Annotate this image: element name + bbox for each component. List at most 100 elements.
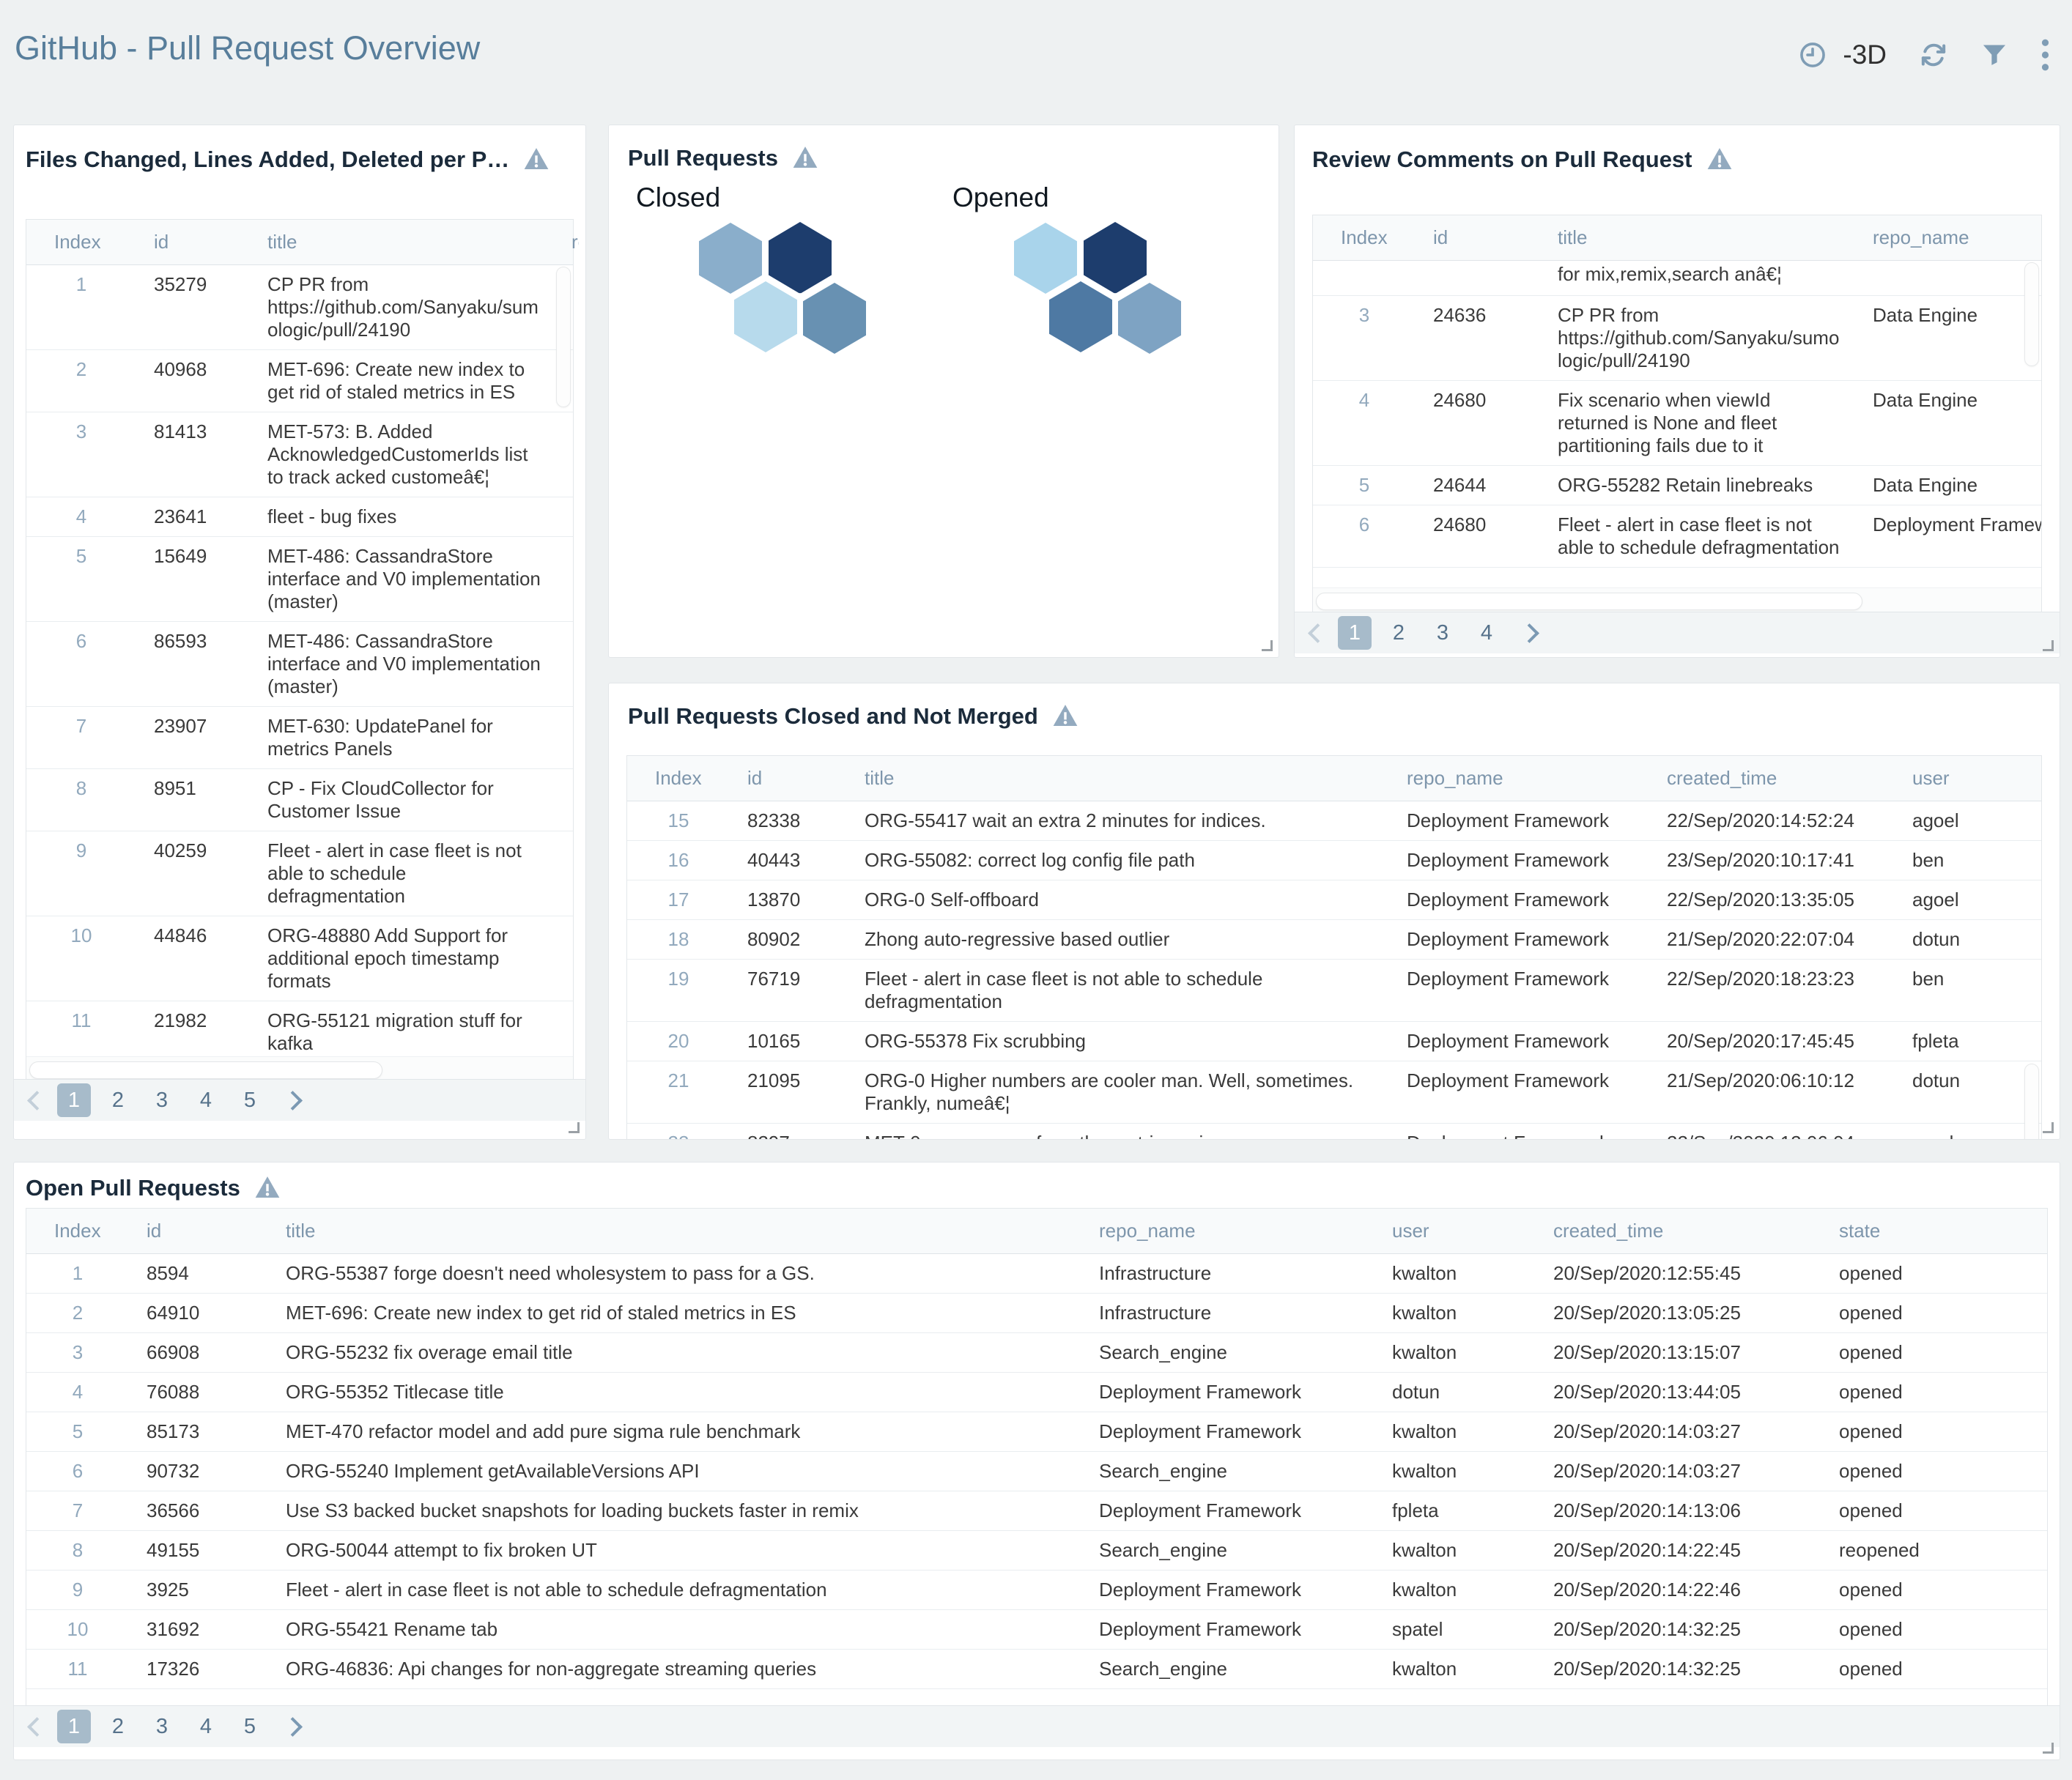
cell-state: opened xyxy=(1821,1571,2047,1609)
column-header-title: title xyxy=(250,220,554,264)
table-row[interactable]: 7 36566 Use S3 backed bucket snapshots f… xyxy=(26,1491,2047,1531)
table-row[interactable]: 11 21982 ORG-55121 migration stuff for k… xyxy=(26,1001,573,1056)
table-row[interactable]: 3 66908 ORG-55232 fix overage email titl… xyxy=(26,1333,2047,1373)
table-row[interactable]: 1 8594 ORG-55387 forge doesn't need whol… xyxy=(26,1254,2047,1294)
cell-repo-name: Search_engine xyxy=(1081,1333,1374,1372)
table-row[interactable]: 6 86593 MET-486: CassandraStore interfac… xyxy=(26,622,573,707)
table-row[interactable]: 5 24644 ORG-55282 Retain linebreaks Data… xyxy=(1313,466,2041,505)
page-button[interactable]: 5 xyxy=(233,1710,267,1743)
page-button[interactable]: 1 xyxy=(57,1083,91,1117)
warning-icon[interactable] xyxy=(524,147,549,174)
vertical-scrollbar[interactable] xyxy=(2024,262,2039,366)
filter-icon[interactable] xyxy=(1980,41,2008,69)
page-button[interactable]: 2 xyxy=(101,1083,135,1117)
hex-tile[interactable] xyxy=(699,223,762,294)
table-row[interactable]: 10 44846 ORG-48880 Add Support for addit… xyxy=(26,916,573,1001)
hex-tile[interactable] xyxy=(1084,222,1147,294)
page-button[interactable]: 3 xyxy=(1426,616,1459,650)
table-row[interactable]: 2 64910 MET-696: Create new index to get… xyxy=(26,1294,2047,1333)
dashboard: GitHub - Pull Request Overview -3D Files… xyxy=(0,0,2072,1780)
kebab-menu-icon[interactable] xyxy=(2040,38,2050,72)
panel-resize-handle[interactable] xyxy=(2043,1122,2054,1133)
page-button[interactable]: 4 xyxy=(189,1710,223,1743)
panel-open-pull-requests: Open Pull Requests Index id title repo_n… xyxy=(13,1162,2060,1760)
panel-resize-handle[interactable] xyxy=(2043,640,2054,651)
table-row[interactable]: 4 76088 ORG-55352 Titlecase title Deploy… xyxy=(26,1373,2047,1412)
table-row[interactable]: 16 40443 ORG-55082: correct log config f… xyxy=(627,841,2041,880)
table-row[interactable]: 2 40968 MET-696: Create new index to get… xyxy=(26,350,573,412)
warning-icon[interactable] xyxy=(1053,704,1078,730)
horizontal-scrollbar[interactable] xyxy=(1316,593,1862,610)
cell-title: CP PR from https://github.com/Sanyaku/su… xyxy=(1540,296,1855,380)
table-row[interactable]: 19 76719 Fleet - alert in case fleet is … xyxy=(627,960,2041,1022)
table-row[interactable]: 21 21095 ORG-0 Higher numbers are cooler… xyxy=(627,1061,2041,1124)
cell-index: 7 xyxy=(26,707,136,768)
cell-id: 23907 xyxy=(136,707,250,768)
table-row[interactable]: 6 90732 ORG-55240 Implement getAvailable… xyxy=(26,1452,2047,1491)
table-row[interactable]: 5 85173 MET-470 refactor model and add p… xyxy=(26,1412,2047,1452)
table-row[interactable]: 17 13870 ORG-0 Self-offboard Deployment … xyxy=(627,880,2041,920)
cell-state: opened xyxy=(1821,1452,2047,1491)
prev-page-button[interactable] xyxy=(27,1091,47,1110)
prev-page-button[interactable] xyxy=(1308,623,1328,643)
table-row[interactable]: 5 15649 MET-486: CassandraStore interfac… xyxy=(26,537,573,622)
table-row[interactable]: 11 17326 ORG-46836: Api changes for non-… xyxy=(26,1650,2047,1689)
table-row[interactable]: 18 80902 Zhong auto-regressive based out… xyxy=(627,920,2041,960)
page-button[interactable]: 4 xyxy=(1470,616,1503,650)
horizontal-scrollbar[interactable] xyxy=(29,1061,382,1079)
hex-tile[interactable] xyxy=(1014,223,1077,294)
table-row[interactable]: 20 10165 ORG-55378 Fix scrubbing Deploym… xyxy=(627,1022,2041,1061)
warning-icon[interactable] xyxy=(255,1176,280,1202)
page-button[interactable]: 1 xyxy=(57,1710,91,1743)
table-row[interactable]: 4 24680 Fix scenario when viewId returne… xyxy=(1313,381,2041,466)
prev-page-button[interactable] xyxy=(27,1717,47,1737)
next-page-button[interactable] xyxy=(283,1717,303,1737)
hex-tile[interactable] xyxy=(769,222,832,294)
refresh-icon[interactable] xyxy=(1919,40,1948,70)
hex-tile[interactable] xyxy=(1118,283,1181,354)
panel-resize-handle[interactable] xyxy=(569,1122,580,1133)
table-row-partial[interactable]: for mix,remix,search anâ€¦ xyxy=(1313,261,2041,296)
table-row[interactable]: 8 49155 ORG-50044 attempt to fix broken … xyxy=(26,1531,2047,1571)
hex-tile[interactable] xyxy=(803,283,866,354)
vertical-scrollbar[interactable] xyxy=(2024,1064,2039,1140)
table-row[interactable]: 7 23907 MET-630: UpdatePanel for metrics… xyxy=(26,707,573,769)
cell-index: 8 xyxy=(26,769,136,831)
panel-resize-handle[interactable] xyxy=(1262,640,1273,651)
page-button[interactable]: 3 xyxy=(145,1710,179,1743)
cell-repo-name: Infrastructure xyxy=(1081,1254,1374,1293)
hex-tile[interactable] xyxy=(1049,281,1112,352)
table-row[interactable]: 8 8951 CP - Fix CloudCollector for Custo… xyxy=(26,769,573,831)
table-row[interactable]: 1 35279 CP PR from https://github.com/Sa… xyxy=(26,265,573,350)
table-row[interactable]: 9 40259 Fleet - alert in case fleet is n… xyxy=(26,831,573,916)
cell-state: opened xyxy=(1821,1254,2047,1293)
table-row[interactable]: 15 82338 ORG-55417 wait an extra 2 minut… xyxy=(627,801,2041,841)
hex-tile[interactable] xyxy=(734,281,797,352)
cell-title: MET-696: Create new index to get rid of … xyxy=(250,350,554,412)
table-row[interactable]: 4 23641 fleet - bug fixes xyxy=(26,497,573,537)
table-row[interactable]: 22 8297 MET-0 remove sum from the metric… xyxy=(627,1124,2041,1140)
next-page-button[interactable] xyxy=(1520,623,1539,643)
page-button[interactable]: 2 xyxy=(101,1710,135,1743)
page-button[interactable]: 1 xyxy=(1338,616,1372,650)
next-page-button[interactable] xyxy=(283,1091,303,1110)
table-row[interactable]: 10 31692 ORG-55421 Rename tab Deployment… xyxy=(26,1610,2047,1650)
cell-id: 23641 xyxy=(136,497,250,536)
warning-icon[interactable] xyxy=(1707,147,1732,174)
page-button[interactable]: 3 xyxy=(145,1083,179,1117)
clock-icon[interactable] xyxy=(1799,41,1827,69)
table-row[interactable]: 3 24636 CP PR from https://github.com/Sa… xyxy=(1313,296,2041,381)
cell-title: fleet - bug fixes xyxy=(250,497,554,536)
page-button[interactable]: 2 xyxy=(1382,616,1416,650)
page-button[interactable]: 5 xyxy=(233,1083,267,1117)
warning-icon[interactable] xyxy=(793,146,818,172)
time-range-label[interactable]: -3D xyxy=(1843,40,1887,70)
vertical-scrollbar[interactable] xyxy=(556,267,571,407)
page-button[interactable]: 4 xyxy=(189,1083,223,1117)
cell-title: ORG-50044 attempt to fix broken UT xyxy=(268,1531,1081,1570)
table-row[interactable]: 6 24680 Fleet - alert in case fleet is n… xyxy=(1313,505,2041,568)
table-row[interactable]: 3 81413 MET-573: B. Added AcknowledgedCu… xyxy=(26,412,573,497)
panel-resize-handle[interactable] xyxy=(2043,1743,2054,1754)
cell-index: 10 xyxy=(26,1610,129,1649)
table-row[interactable]: 9 3925 Fleet - alert in case fleet is no… xyxy=(26,1571,2047,1610)
